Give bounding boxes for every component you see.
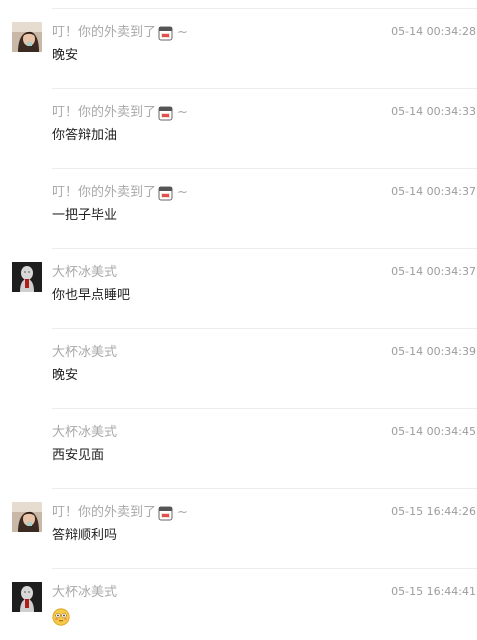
sender-name[interactable]: 大杯冰美式 bbox=[52, 425, 117, 441]
message-time: 05-14 00:34:45 bbox=[391, 425, 476, 438]
avatar[interactable] bbox=[12, 22, 42, 52]
sender-suffix: ~ bbox=[177, 25, 188, 40]
message-time: 05-14 00:34:28 bbox=[391, 25, 476, 38]
message-text: 一把子毕业 bbox=[52, 208, 118, 223]
sender-name[interactable]: 叮！你的外卖到了 bbox=[52, 105, 156, 121]
sender-line: 叮！你的外卖到了 ~ bbox=[52, 25, 188, 41]
message-row: 叮！你的外卖到了 ~ 05-14 00:34:37 一把子毕业 bbox=[0, 160, 477, 240]
message-time: 05-15 16:44:26 bbox=[391, 505, 476, 518]
sender-line: 大杯冰美式 bbox=[52, 585, 117, 601]
flushed-face-icon bbox=[52, 608, 70, 626]
sender-name[interactable]: 叮！你的外卖到了 bbox=[52, 185, 156, 201]
message-text: 答辩顺利吗 bbox=[52, 528, 118, 543]
statue-photo-icon bbox=[12, 262, 42, 292]
divider bbox=[52, 488, 477, 489]
divider bbox=[52, 168, 477, 169]
chat-message-list: 叮！你的外卖到了 ~ 05-14 00:34:28 晚安 叮！你的外卖到了 ~ … bbox=[0, 0, 477, 638]
divider bbox=[52, 408, 477, 409]
girl-photo-icon bbox=[12, 502, 42, 532]
sender-name[interactable]: 大杯冰美式 bbox=[52, 585, 117, 601]
divider bbox=[52, 568, 477, 569]
message-text: 你也早点睡吧 bbox=[52, 288, 131, 303]
message-time: 05-14 00:34:33 bbox=[391, 105, 476, 118]
sender-name[interactable]: 大杯冰美式 bbox=[52, 265, 117, 281]
sender-name[interactable]: 叮！你的外卖到了 bbox=[52, 505, 156, 521]
message-row: 大杯冰美式 05-15 16:44:41 bbox=[0, 560, 477, 640]
avatar[interactable] bbox=[12, 502, 42, 532]
divider bbox=[52, 88, 477, 89]
sender-line: 大杯冰美式 bbox=[52, 345, 117, 361]
sender-name[interactable]: 叮！你的外卖到了 bbox=[52, 25, 156, 41]
takeout-box-icon bbox=[158, 506, 173, 521]
message-row: 大杯冰美式 05-14 00:34:45 西安见面 bbox=[0, 400, 477, 480]
sender-name[interactable]: 大杯冰美式 bbox=[52, 345, 117, 361]
message-time: 05-14 00:34:39 bbox=[391, 345, 476, 358]
message-row: 叮！你的外卖到了 ~ 05-14 00:34:33 你答辩加油 bbox=[0, 80, 477, 160]
message-row: 叮！你的外卖到了 ~ 05-15 16:44:26 答辩顺利吗 bbox=[0, 480, 477, 560]
message-time: 05-15 16:44:41 bbox=[391, 585, 476, 598]
message-row: 大杯冰美式 05-14 00:34:39 晚安 bbox=[0, 320, 477, 400]
sender-line: 叮！你的外卖到了 ~ bbox=[52, 505, 188, 521]
statue-photo-icon bbox=[12, 582, 42, 612]
takeout-box-icon bbox=[158, 106, 173, 121]
sender-suffix: ~ bbox=[177, 505, 188, 520]
message-row: 大杯冰美式 05-14 00:34:37 你也早点睡吧 bbox=[0, 240, 477, 320]
message-text: 你答辩加油 bbox=[52, 128, 118, 143]
divider bbox=[52, 248, 477, 249]
divider bbox=[52, 328, 477, 329]
message-time: 05-14 00:34:37 bbox=[391, 265, 476, 278]
takeout-box-icon bbox=[158, 26, 173, 41]
sender-line: 大杯冰美式 bbox=[52, 425, 117, 441]
message-text: 晚安 bbox=[52, 368, 79, 383]
avatar[interactable] bbox=[12, 582, 42, 612]
avatar[interactable] bbox=[12, 262, 42, 292]
takeout-box-icon bbox=[158, 186, 173, 201]
sender-line: 大杯冰美式 bbox=[52, 265, 117, 281]
sender-line: 叮！你的外卖到了 ~ bbox=[52, 105, 188, 121]
message-text: 西安见面 bbox=[52, 448, 105, 463]
sender-suffix: ~ bbox=[177, 105, 188, 120]
message-row: 叮！你的外卖到了 ~ 05-14 00:34:28 晚安 bbox=[0, 0, 477, 80]
sender-line: 叮！你的外卖到了 ~ bbox=[52, 185, 188, 201]
girl-photo-icon bbox=[12, 22, 42, 52]
divider bbox=[52, 8, 477, 9]
sender-suffix: ~ bbox=[177, 185, 188, 200]
message-time: 05-14 00:34:37 bbox=[391, 185, 476, 198]
message-text: 晚安 bbox=[52, 48, 79, 63]
